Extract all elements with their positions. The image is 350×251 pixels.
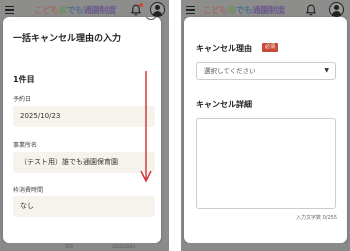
app-logo: こども誰でも通園制度	[203, 4, 285, 16]
chevron-down-icon: ▼	[324, 67, 329, 74]
bell-icon[interactable]	[306, 4, 316, 16]
right-screen: こども誰でも通園制度 キャンセル理由 必須 選択してください ▼ キャンセル詳細…	[181, 0, 350, 251]
notification-badge	[139, 3, 143, 7]
cancel-reason-form: キャンセル理由 必須 選択してください ▼ キャンセル詳細 入力文字数 0/25…	[184, 17, 347, 243]
logo-part: 誰	[58, 6, 68, 16]
slot-time-value: なし	[13, 196, 155, 217]
reservation-date-value: 2025/10/23	[13, 106, 155, 127]
section-heading: 1件目	[13, 75, 35, 84]
user-avatar-icon[interactable]	[329, 2, 344, 17]
cancel-reason-label: キャンセル理由	[196, 44, 252, 53]
logo-part: こども	[203, 6, 228, 16]
scroll-down-arrow-icon	[140, 71, 152, 183]
close-button[interactable]: ×	[145, 17, 157, 20]
logo-part: 誰	[227, 6, 237, 16]
app-logo: こども誰でも通園制度	[34, 4, 116, 16]
character-count: 入力文字数 0/255	[296, 215, 337, 221]
modal-title: 一括キャンセル理由の入力	[13, 34, 122, 44]
cancel-reason-select[interactable]: 選択してください ▼	[196, 62, 336, 80]
logo-part: 通園制度	[83, 6, 117, 16]
slot-time-label: 枠消費時間	[13, 187, 44, 194]
peek-text: 2025/10/24	[112, 244, 136, 249]
logo-part: でも	[235, 6, 253, 16]
required-badge: 必須	[262, 43, 279, 52]
cancel-detail-label: キャンセル詳細	[196, 100, 252, 109]
user-avatar-icon[interactable]	[150, 2, 165, 17]
logo-part: 通園制度	[252, 6, 286, 16]
background-list-peek: STD 2025/10/24	[0, 243, 169, 251]
select-placeholder: 選択してください	[204, 67, 256, 75]
background-peek	[181, 243, 350, 251]
peek-text: STD	[65, 244, 74, 249]
hamburger-menu-icon[interactable]	[5, 6, 14, 15]
left-screen: こども誰でも通園制度 一括キャンセル理由の入力 × 1件目 予約日 2025/1…	[0, 0, 169, 251]
logo-part: でも	[66, 6, 84, 16]
hamburger-menu-icon[interactable]	[186, 6, 195, 15]
cancel-detail-textarea[interactable]	[196, 118, 336, 209]
facility-name-label: 事業所名	[13, 142, 38, 149]
cancel-reason-modal: 一括キャンセル理由の入力 × 1件目 予約日 2025/10/23 事業所名 （…	[3, 17, 161, 243]
logo-part: こども	[34, 6, 59, 16]
facility-name-value: （テスト用）誰でも通園保育園	[13, 152, 155, 173]
reservation-date-label: 予約日	[13, 96, 32, 103]
